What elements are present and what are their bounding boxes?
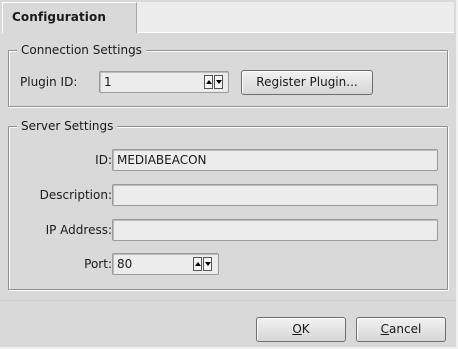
port-increment-button[interactable]: [193, 257, 202, 271]
port-decrement-button[interactable]: [203, 257, 212, 271]
configuration-dialog: Configuration Connection Settings Plugin…: [0, 0, 458, 349]
port-spin-buttons: [193, 257, 212, 271]
connection-settings-title: Connection Settings: [17, 42, 146, 58]
plugin-id-increment-button[interactable]: [204, 75, 213, 89]
cancel-mnemonic: C: [380, 322, 390, 336]
port-stepper[interactable]: 80: [112, 253, 219, 275]
ip-address-field[interactable]: [112, 219, 438, 241]
cancel-button[interactable]: Cancel: [356, 317, 446, 342]
server-id-field[interactable]: MEDIABEACON: [112, 149, 438, 171]
tab-configuration[interactable]: Configuration: [2, 2, 137, 33]
server-id-value: MEDIABEACON: [117, 153, 207, 167]
ok-button[interactable]: OK: [256, 317, 346, 342]
footer-divider: [0, 300, 456, 301]
plugin-id-spin-buttons: [204, 75, 223, 89]
ok-label-rest: K: [301, 322, 310, 336]
plugin-id-label: Plugin ID:: [20, 75, 78, 89]
description-field[interactable]: [112, 184, 438, 206]
description-label: Description:: [39, 188, 112, 202]
server-id-label: ID:: [95, 153, 112, 167]
arrow-down-icon: [205, 262, 211, 266]
ok-mnemonic: O: [292, 322, 302, 336]
port-label: Port:: [84, 257, 112, 271]
server-settings-group: Server Settings ID: MEDIABEACON Descript…: [8, 118, 448, 290]
connection-settings-group: Connection Settings Plugin ID: 1 Registe…: [8, 42, 448, 107]
cancel-label-rest: ancel: [389, 322, 422, 336]
arrow-up-icon: [195, 262, 201, 266]
register-plugin-button[interactable]: Register Plugin...: [241, 70, 373, 95]
ip-address-label: IP Address:: [45, 223, 112, 237]
server-settings-title: Server Settings: [17, 118, 118, 134]
plugin-id-decrement-button[interactable]: [214, 75, 223, 89]
tab-strip-divider: [137, 32, 454, 33]
arrow-up-icon: [206, 80, 212, 84]
arrow-down-icon: [216, 80, 222, 84]
tab-strip-background: [137, 2, 454, 32]
plugin-id-value: 1: [104, 75, 112, 89]
plugin-id-stepper[interactable]: 1: [99, 71, 229, 93]
tab-configuration-label: Configuration: [12, 10, 107, 24]
port-value: 80: [117, 257, 133, 271]
